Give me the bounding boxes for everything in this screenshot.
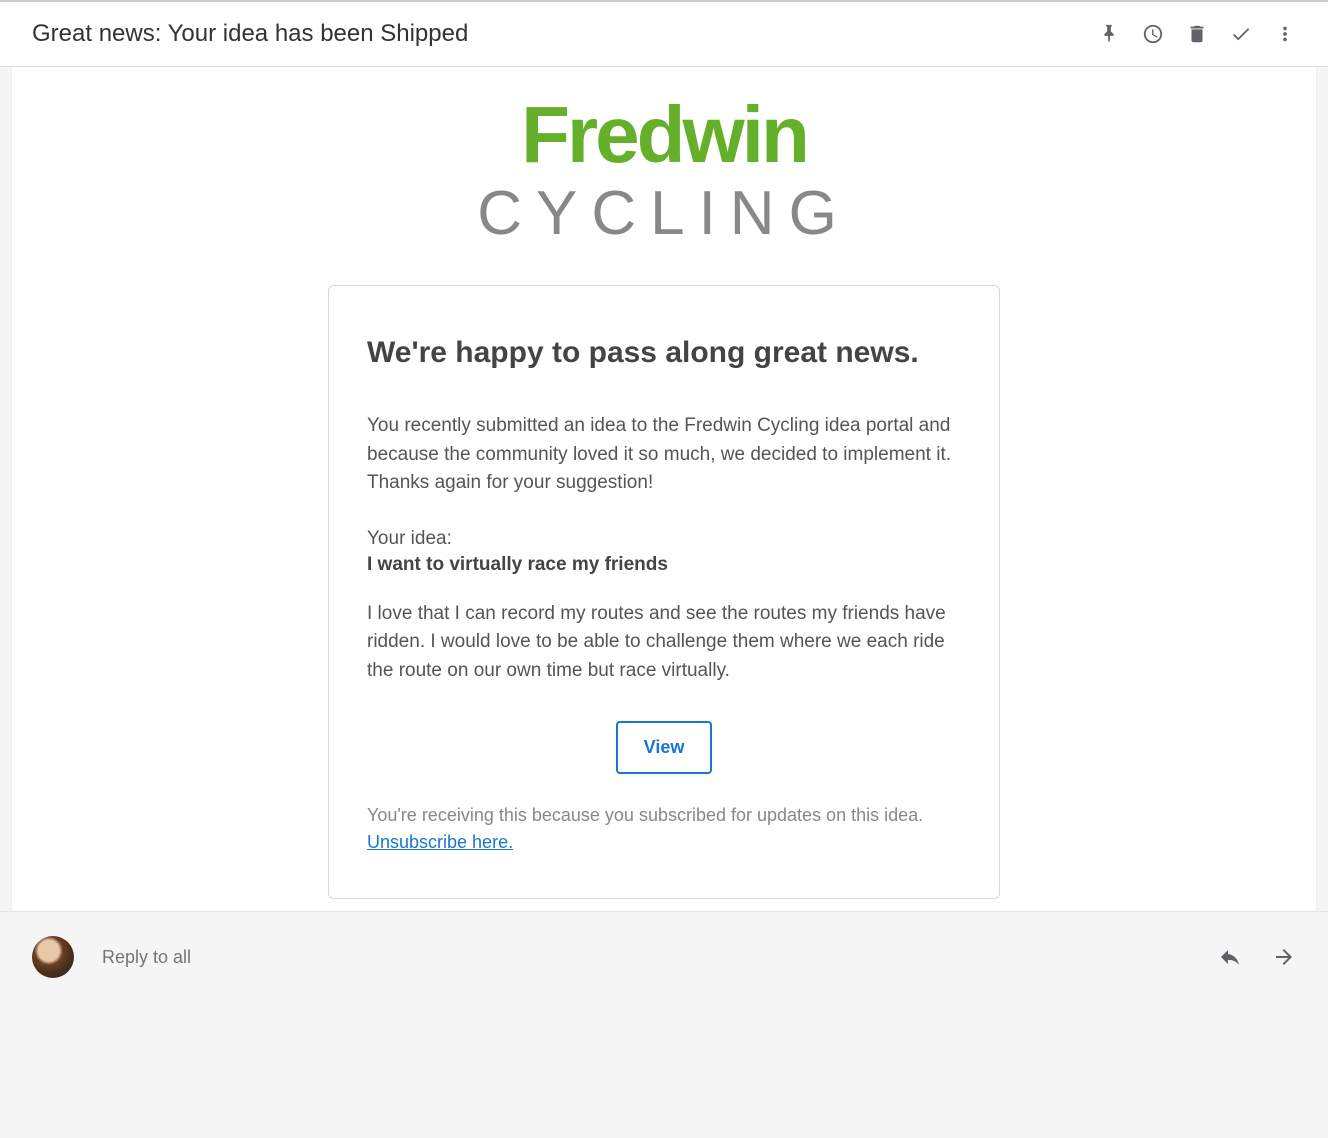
card-heading: We're happy to pass along great news. — [367, 336, 961, 370]
reply-placeholder[interactable]: Reply to all — [102, 947, 191, 968]
idea-description: I love that I can record my routes and s… — [367, 600, 961, 686]
more-vert-icon[interactable] — [1274, 23, 1296, 45]
reply-bar: Reply to all — [0, 911, 1328, 1002]
email-header: Great news: Your idea has been Shipped — [0, 2, 1328, 67]
logo-sub: CYCLING — [12, 183, 1316, 245]
avatar — [32, 936, 74, 978]
footer-text: You're receiving this because you subscr… — [367, 802, 961, 856]
message-card: We're happy to pass along great news. Yo… — [328, 285, 1000, 899]
trash-icon[interactable] — [1186, 23, 1208, 45]
logo-brand: Fredwin — [12, 95, 1316, 175]
forward-icon[interactable] — [1272, 945, 1296, 969]
view-button[interactable]: View — [616, 721, 713, 774]
idea-title: I want to virtually race my friends — [367, 554, 961, 576]
checkmark-icon[interactable] — [1230, 23, 1252, 45]
reply-icon[interactable] — [1218, 945, 1242, 969]
pin-icon[interactable] — [1098, 23, 1120, 45]
email-body: Fredwin CYCLING We're happy to pass alon… — [12, 67, 1316, 911]
email-subject: Great news: Your idea has been Shipped — [32, 20, 468, 48]
unsubscribe-link[interactable]: Unsubscribe here. — [367, 832, 513, 852]
footer-prefix: You're receiving this because you subscr… — [367, 805, 923, 825]
idea-label: Your idea: — [367, 528, 961, 550]
logo: Fredwin CYCLING — [12, 67, 1316, 285]
clock-icon[interactable] — [1142, 23, 1164, 45]
card-intro: You recently submitted an idea to the Fr… — [367, 412, 961, 498]
header-actions — [1098, 23, 1296, 45]
